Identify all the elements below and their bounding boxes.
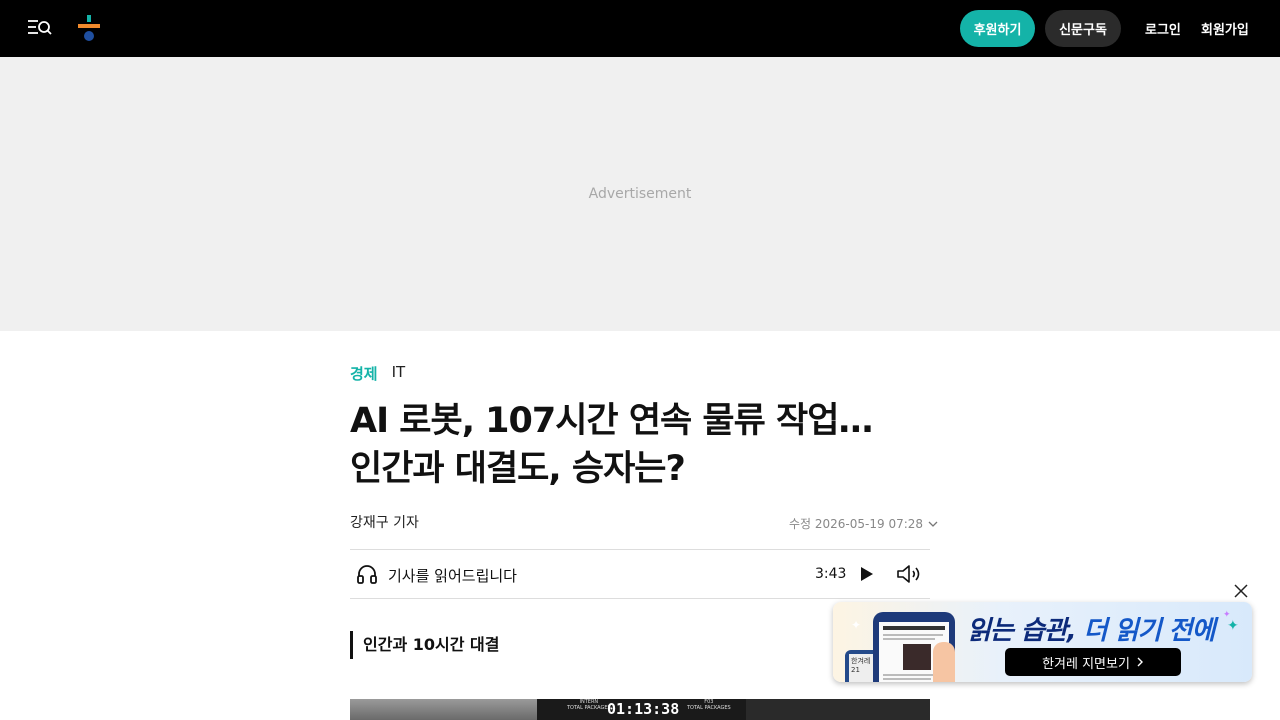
subscribe-button[interactable]: 신문구독 (1045, 10, 1121, 47)
scoreboard-left-label: INTERN TOTAL PACKAGES (567, 699, 611, 711)
scoreboard-timer: 01:13:38 (607, 700, 680, 718)
logo-icon (78, 15, 100, 41)
view-print-edition-label: 한겨레 지면보기 (1042, 656, 1130, 672)
audio-player-label: 기사를 읽어드립니다 (388, 567, 517, 585)
article-photo[interactable]: INTERN TOTAL PACKAGES 01:13:38 F03 TOTAL… (350, 699, 930, 720)
advertisement-banner[interactable]: Advertisement (0, 57, 1280, 331)
chevron-down-icon (928, 521, 938, 527)
close-icon[interactable] (1232, 582, 1250, 600)
promo-tagline: 읽는 습관, 더 읽기 전에 (967, 610, 1216, 647)
photo-scoreboard-panel: INTERN TOTAL PACKAGES 01:13:38 F03 TOTAL… (537, 699, 746, 720)
headphones-icon (357, 565, 377, 584)
article-subheading: 인간과 10시간 대결 (350, 631, 499, 659)
advertisement-label: Advertisement (588, 186, 692, 202)
promo-tagline-part2: 더 읽기 전에 (1083, 616, 1216, 646)
scoreboard-right-label-line2: TOTAL PACKAGES (687, 705, 731, 711)
play-icon[interactable] (856, 564, 876, 584)
author-byline[interactable]: 강재구 기자 (350, 512, 419, 532)
signup-link[interactable]: 회원가입 (1201, 19, 1249, 38)
article-title-line1: AI 로봇, 107시간 연속 물류 작업… (350, 401, 873, 441)
modified-date-toggle[interactable]: 수정 2026-05-19 07:28 (789, 515, 939, 532)
sparkle-icon: ✦ (1227, 618, 1239, 634)
breadcrumb-subsection[interactable]: IT (392, 363, 406, 384)
volume-icon[interactable] (896, 563, 922, 585)
breadcrumb-section[interactable]: 경제 (350, 363, 378, 384)
modified-date: 수정 2026-05-19 07:28 (789, 517, 924, 531)
article-title: AI 로봇, 107시간 연속 물류 작업… 인간과 대결도, 승자는? (350, 397, 910, 493)
hand-illustration (933, 642, 955, 682)
audio-duration: 3:43 (815, 566, 847, 582)
view-print-edition-button[interactable]: 한겨레 지면보기 (1005, 648, 1181, 676)
promo-tagline-part1: 읽는 습관, (967, 616, 1077, 646)
chevron-right-icon (1137, 657, 1143, 667)
audio-player: 기사를 읽어드립니다 3:43 (350, 549, 930, 599)
photo-right-panel (746, 699, 930, 720)
scoreboard-left-label-line2: TOTAL PACKAGES (567, 705, 611, 711)
article-title-line2: 인간과 대결도, 승자는? (350, 449, 686, 489)
sparkle-icon: ✦ (851, 618, 862, 632)
menu-search-button[interactable] (26, 16, 54, 40)
newspaper-promo-banner[interactable]: ✦ ✦ ✦ 한겨레 21 읽는 습관, 더 읽기 전에 한겨레 지면보기 (833, 602, 1252, 682)
top-navigation-bar: 후원하기 신문구독 로그인 회원가입 (0, 0, 1280, 57)
menu-search-icon (28, 20, 52, 35)
breadcrumb: 경제 IT (350, 363, 405, 384)
support-button[interactable]: 후원하기 (960, 10, 1035, 47)
scoreboard-right-label: F03 TOTAL PACKAGES (687, 699, 731, 711)
login-link[interactable]: 로그인 (1145, 19, 1181, 38)
hani-logo[interactable] (78, 14, 100, 44)
photo-left-panel (350, 699, 537, 720)
